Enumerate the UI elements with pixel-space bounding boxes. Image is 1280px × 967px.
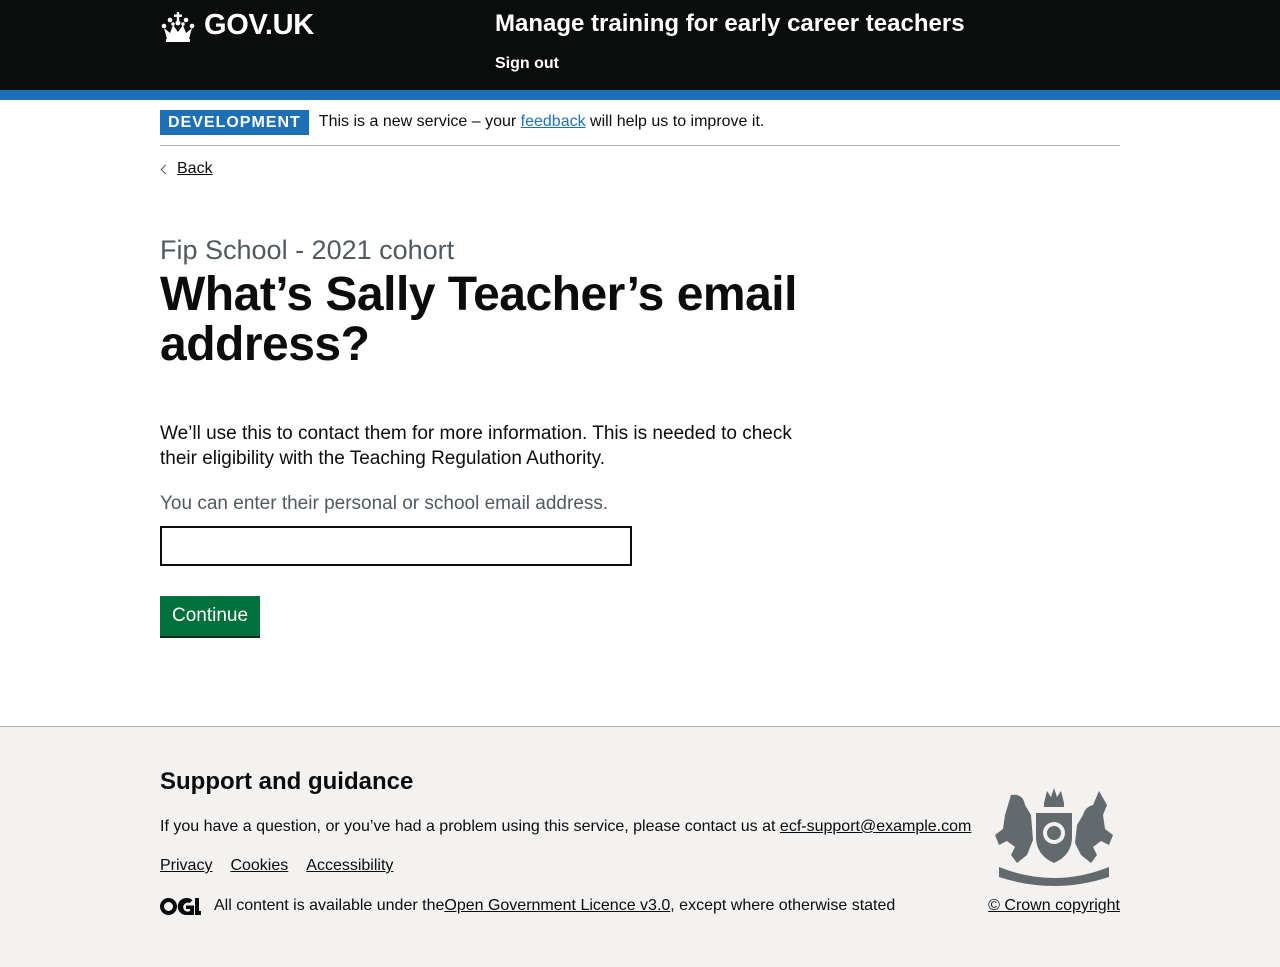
support-email-link[interactable]: ecf-support@example.com: [780, 818, 971, 835]
footer-heading: Support and guidance: [160, 768, 414, 795]
footer-link-accessibility[interactable]: Accessibility: [306, 857, 393, 875]
chevron-left-icon: [160, 164, 171, 174]
back-link[interactable]: Back: [160, 160, 213, 178]
licence-text-after: , except where otherwise stated: [670, 897, 896, 914]
page-title: What’s Sally Teacher’s email address?: [160, 268, 797, 371]
phase-text-before: This is a new service – your: [318, 113, 521, 130]
crown-icon: [161, 11, 195, 42]
ogl-logo-icon: [160, 897, 201, 915]
footer-contact-text: If you have a question, or you’ve had a …: [160, 818, 780, 835]
phase-banner-text: This is a new service – your feedback wi…: [319, 110, 765, 134]
footer-links: Privacy Cookies Accessibility: [160, 857, 393, 875]
site-footer: Support and guidance If you have a quest…: [0, 726, 1280, 967]
footer-contact: If you have a question, or you’ve had a …: [160, 817, 971, 837]
royal-coat-of-arms-icon: [995, 788, 1113, 886]
licence-row: All content is available under the Open …: [160, 897, 895, 915]
footer-link-cookies[interactable]: Cookies: [230, 857, 288, 875]
crown-copyright-link[interactable]: © Crown copyright: [988, 897, 1120, 915]
footer-link-privacy[interactable]: Privacy: [160, 857, 212, 875]
continue-button[interactable]: Continue: [160, 596, 261, 636]
phase-text-after: will help us to improve it.: [585, 113, 765, 130]
phase-banner: DEVELOPMENT This is a new service – your…: [160, 110, 1120, 146]
feedback-link[interactable]: feedback: [521, 113, 586, 130]
govuk-logo-link[interactable]: GOV.UK: [160, 9, 314, 42]
email-field[interactable]: [160, 526, 632, 566]
body-text: We’ll use this to contact them for more …: [160, 423, 792, 469]
licence-text-before: All content is available under the: [214, 897, 445, 914]
site-header: GOV.UK Manage training for early career …: [0, 0, 1280, 90]
page-caption: Fip School - 2021 cohort: [160, 235, 455, 265]
phase-tag: DEVELOPMENT: [160, 110, 309, 135]
back-link-label: Back: [177, 160, 213, 177]
ogl-licence-link[interactable]: Open Government Licence v3.0: [444, 897, 670, 915]
service-name-link[interactable]: Manage training for early career teacher…: [495, 10, 965, 38]
email-hint: You can enter their personal or school e…: [160, 493, 609, 514]
sign-out-link[interactable]: Sign out: [495, 55, 559, 73]
logo-text: GOV.UK: [204, 9, 314, 41]
header-blue-bar: [0, 90, 1280, 100]
